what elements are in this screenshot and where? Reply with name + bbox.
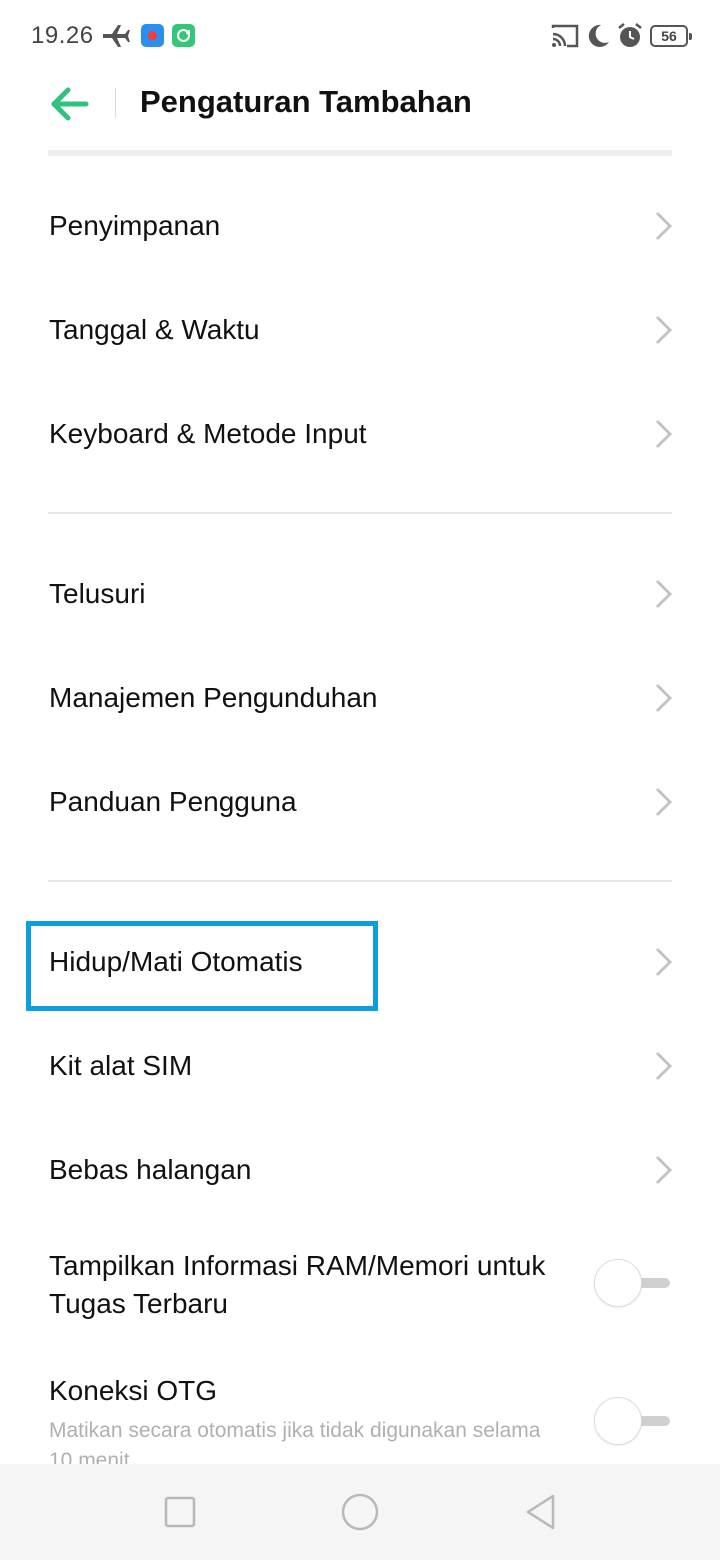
toggle-knob [594, 1259, 642, 1307]
settings-item-label: Kit alat SIM [49, 1050, 193, 1081]
settings-toggle-sublabel: Matikan secara otomatis jika tidak digun… [49, 1419, 541, 1464]
status-bar: 19.26 56 [0, 0, 720, 72]
settings-toggle-otg[interactable]: Koneksi OTG Matikan secara otomatis jika… [0, 1370, 720, 1464]
settings-item-label: Penyimpanan [49, 210, 221, 241]
settings-item-label: Manajemen Pengunduhan [49, 682, 378, 713]
chevron-right-icon [655, 1155, 673, 1185]
settings-item-panduan-pengguna[interactable]: Panduan Pengguna [0, 750, 720, 854]
settings-item-label: Tanggal & Waktu [49, 314, 260, 345]
settings-item-tanggal-waktu[interactable]: Tanggal & Waktu [0, 278, 720, 382]
chevron-right-icon [655, 787, 673, 817]
chevron-right-icon [655, 211, 673, 241]
section-divider [48, 880, 672, 882]
settings-item-penyimpanan[interactable]: Penyimpanan [0, 174, 720, 278]
header-separator [48, 150, 672, 156]
settings-item-label: Telusuri [49, 578, 146, 609]
status-time: 19.26 [31, 22, 94, 49]
airplane-icon [103, 25, 130, 47]
page-title: Pengaturan Tambahan [140, 84, 472, 119]
chevron-right-icon [655, 419, 673, 449]
back-triangle-icon[interactable] [520, 1492, 560, 1532]
app-header: Pengaturan Tambahan [0, 72, 720, 136]
toggle-knob [594, 1397, 642, 1445]
battery-icon: 56 [650, 25, 692, 47]
recents-square-icon[interactable] [160, 1492, 200, 1532]
ram-info-toggle[interactable] [594, 1259, 672, 1307]
home-circle-icon[interactable] [340, 1492, 380, 1532]
do-not-disturb-moon-icon [588, 24, 609, 47]
settings-toggle-label: Tampilkan Informasi RAM/Memori untuk Tug… [49, 1250, 546, 1319]
sync-app-icon [172, 24, 195, 47]
alarm-icon [618, 23, 642, 47]
settings-item-telusuri[interactable]: Telusuri [0, 542, 720, 646]
chevron-right-icon [655, 315, 673, 345]
settings-item-manajemen-pengunduhan[interactable]: Manajemen Pengunduhan [0, 646, 720, 750]
settings-toggle-label: Koneksi OTG [49, 1375, 218, 1406]
settings-item-keyboard-metode-input[interactable]: Keyboard & Metode Input [0, 382, 720, 486]
chevron-right-icon [655, 683, 673, 713]
settings-item-label: Keyboard & Metode Input [49, 418, 367, 449]
system-nav-bar [0, 1464, 720, 1560]
settings-item-label: Panduan Pengguna [49, 786, 297, 817]
screen-recorder-app-icon [141, 24, 164, 47]
cast-icon [551, 24, 579, 48]
section-divider [48, 512, 672, 514]
settings-item-bebas-halangan[interactable]: Bebas halangan [0, 1118, 720, 1222]
settings-item-label: Bebas halangan [49, 1154, 252, 1185]
otg-toggle[interactable] [594, 1397, 672, 1445]
settings-item-kit-alat-sim[interactable]: Kit alat SIM [0, 1014, 720, 1118]
chevron-right-icon [655, 947, 673, 977]
chevron-right-icon [655, 579, 673, 609]
header-divider [115, 88, 116, 118]
highlight-box [26, 921, 378, 1011]
chevron-right-icon [655, 1051, 673, 1081]
settings-toggle-ram-info[interactable]: Tampilkan Informasi RAM/Memori untuk Tug… [0, 1240, 720, 1340]
arrow-left-icon[interactable] [46, 82, 96, 126]
